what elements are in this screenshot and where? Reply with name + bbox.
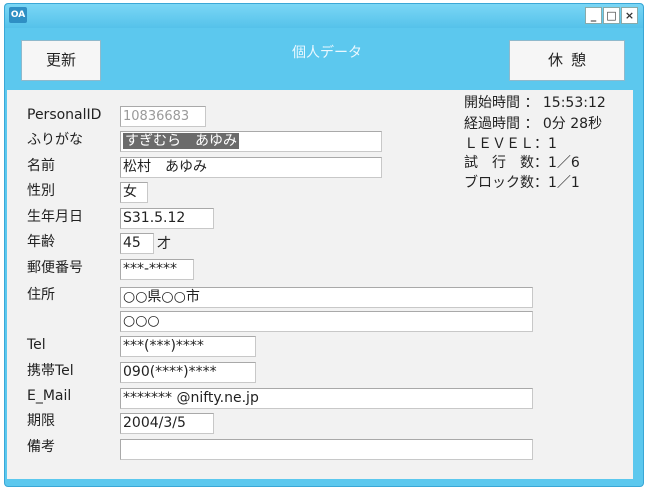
mobile-label: 携帯Tel xyxy=(27,363,74,379)
address-label: 住所 xyxy=(27,287,55,303)
rest-button[interactable]: 休憩 xyxy=(509,40,625,81)
window-controls: _ □ × xyxy=(585,7,638,24)
notes-label: 備考 xyxy=(27,439,55,455)
birthdate-field[interactable]: S31.5.12 xyxy=(120,208,214,229)
app-logo-icon: OA xyxy=(9,7,27,23)
level-text: ＬＥＶＥＬ：1 xyxy=(464,136,557,152)
personal-id-field[interactable]: 10836683 xyxy=(120,106,206,127)
gender-label: 性別 xyxy=(27,183,55,199)
header-bar: 更新 個人データ 休憩 xyxy=(7,28,633,90)
postal-field[interactable]: ***-**** xyxy=(120,259,194,280)
address-line2-field[interactable]: ○○○ xyxy=(120,311,533,332)
title-bar[interactable]: OA _ □ × xyxy=(5,4,643,28)
blocks-text: ブロック数：1／1 xyxy=(464,175,580,191)
elapsed-time-text: 経過時間 ： 0分 28秒 xyxy=(464,116,603,132)
close-icon[interactable]: × xyxy=(621,7,638,24)
personal-data-form: PersonalID ふりがな 名前 性別 生年月日 年齢 郵便番号 住所 Te… xyxy=(7,90,633,479)
trials-text: 試 行 数：1／6 xyxy=(464,155,580,171)
deadline-label: 期限 xyxy=(27,413,55,429)
mobile-field[interactable]: 090(****)**** xyxy=(120,362,256,383)
age-field[interactable]: 45 xyxy=(120,233,154,254)
furigana-label: ふりがな xyxy=(27,132,83,148)
tel-field[interactable]: ***(***)**** xyxy=(120,336,256,357)
name-label: 名前 xyxy=(27,158,55,174)
deadline-field[interactable]: 2004/3/5 xyxy=(120,413,214,434)
email-label: E_Mail xyxy=(27,388,72,404)
maximize-icon[interactable]: □ xyxy=(603,7,620,24)
update-button[interactable]: 更新 xyxy=(21,40,101,81)
age-unit: 才 xyxy=(157,236,171,252)
minimize-icon[interactable]: _ xyxy=(585,7,602,24)
address-line1-field[interactable]: ○○県○○市 xyxy=(120,287,533,308)
postal-label: 郵便番号 xyxy=(27,260,83,276)
notes-field[interactable] xyxy=(120,439,533,460)
name-field[interactable]: 松村 あゆみ xyxy=(120,157,382,178)
furigana-selected-text: すぎむら あゆみ xyxy=(123,133,239,149)
age-label: 年齢 xyxy=(27,234,55,250)
birthdate-label: 生年月日 xyxy=(27,209,83,225)
personal-id-label: PersonalID xyxy=(27,107,102,123)
email-field[interactable]: ******* @nifty.ne.jp xyxy=(120,388,533,409)
furigana-field[interactable]: すぎむら あゆみ xyxy=(120,131,382,152)
start-time-text: 開始時間 ： 15:53:12 xyxy=(464,95,606,111)
tel-label: Tel xyxy=(27,337,46,353)
gender-field[interactable]: 女 xyxy=(120,182,148,203)
page-title: 個人データ xyxy=(292,45,362,61)
